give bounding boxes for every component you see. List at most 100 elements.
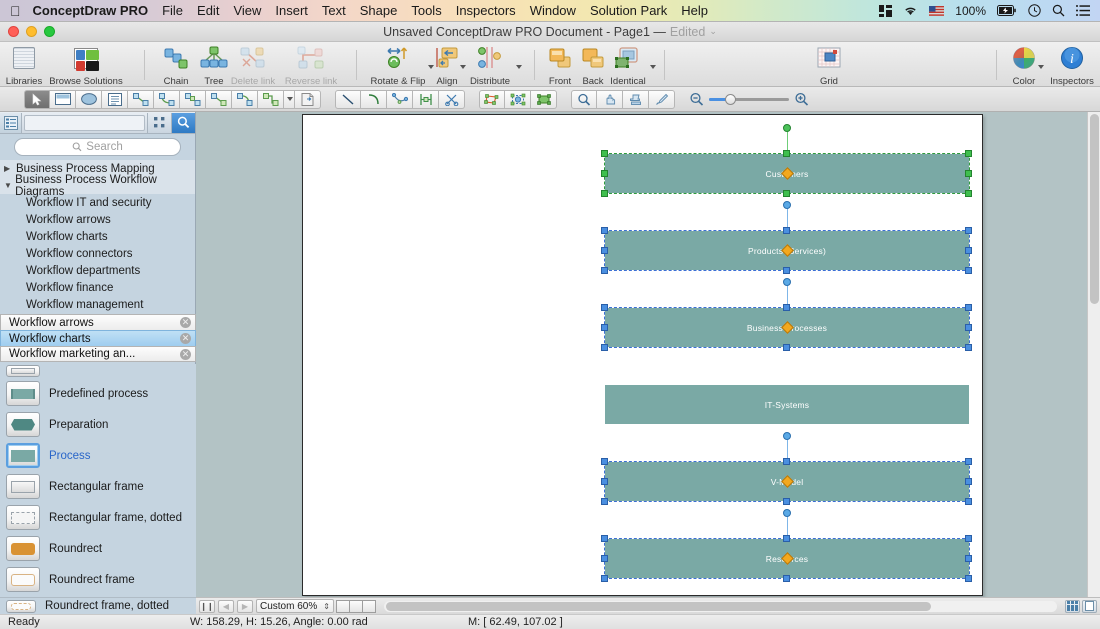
rotation-handle[interactable] — [783, 201, 791, 209]
resize-handle-ml[interactable] — [601, 555, 608, 562]
resize-handle-bc[interactable] — [783, 267, 790, 274]
menu-item-view[interactable]: View — [233, 3, 261, 18]
resize-handle-bc[interactable] — [783, 575, 790, 582]
resize-handle-bl[interactable] — [601, 498, 608, 505]
dimension-tool[interactable] — [413, 89, 439, 109]
resize-handle-bl[interactable] — [601, 344, 608, 351]
grid-button[interactable]: Grid — [812, 45, 846, 89]
resize-handle-tc[interactable] — [783, 458, 790, 465]
resize-handle-tc[interactable] — [783, 227, 790, 234]
rotation-handle[interactable] — [783, 278, 791, 286]
shape-it-systems[interactable]: IT-Systems — [605, 385, 969, 424]
resize-handle-mr[interactable] — [965, 555, 972, 562]
list-item-selected[interactable]: Process — [0, 440, 196, 471]
tree-item-workflow-management[interactable]: Workflow management — [0, 296, 195, 313]
list-item[interactable]: Predefined process — [0, 378, 196, 409]
identical-button[interactable]: Identical — [604, 45, 656, 89]
bezier-tool[interactable] — [387, 89, 413, 109]
align-button[interactable]: Align — [430, 45, 466, 89]
line-tool[interactable] — [335, 89, 361, 109]
flag-icon[interactable] — [929, 5, 945, 16]
resize-handle-tl[interactable] — [601, 458, 608, 465]
menu-item-inspectors[interactable]: Inspectors — [456, 3, 516, 18]
shape-resources[interactable]: Resources — [601, 509, 972, 582]
pointer-tool[interactable] — [24, 89, 50, 109]
menu-item-insert[interactable]: Insert — [275, 3, 308, 18]
front-button[interactable]: Front — [542, 45, 578, 89]
two-page-view-button[interactable] — [349, 599, 363, 613]
grid-menu-icon[interactable] — [879, 4, 893, 17]
resize-handle-tr[interactable] — [965, 150, 972, 157]
rotation-handle[interactable] — [783, 124, 791, 132]
zoom-slider-knob[interactable] — [725, 93, 736, 105]
menu-app-name[interactable]: ConceptDraw PRO — [33, 3, 149, 18]
resize-handle-tl[interactable] — [601, 304, 608, 311]
library-tab-workflow-charts[interactable]: Workflow charts ✕ — [0, 330, 196, 346]
eyedropper-tool[interactable] — [649, 89, 675, 109]
canvas-vertical-scrollbar-thumb[interactable] — [1090, 114, 1099, 304]
menu-item-file[interactable]: File — [162, 3, 183, 18]
library-filter-field[interactable] — [24, 114, 145, 131]
select-similar-tool[interactable] — [531, 89, 557, 109]
rotation-handle[interactable] — [783, 432, 791, 440]
tree-item-workflow-finance[interactable]: Workflow finance — [0, 279, 195, 296]
zoom-tool[interactable] — [571, 89, 597, 109]
menu-item-tools[interactable]: Tools — [411, 3, 441, 18]
resize-handle-tl[interactable] — [601, 150, 608, 157]
shape-products-services[interactable]: Products (Services) — [601, 201, 972, 274]
resize-handle-ml[interactable] — [601, 478, 608, 485]
close-window-button[interactable] — [8, 26, 19, 37]
identical-dropdown-icon[interactable] — [650, 65, 656, 69]
tree-item-workflow-arrows[interactable]: Workflow arrows — [0, 211, 195, 228]
resize-handle-bc[interactable] — [783, 498, 790, 505]
shape-swatch-roundrect-frame[interactable] — [6, 567, 40, 592]
shape-customers[interactable]: Customers — [601, 124, 972, 197]
resize-handle-br[interactable] — [965, 498, 972, 505]
resize-handle-tr[interactable] — [965, 304, 972, 311]
menu-item-edit[interactable]: Edit — [197, 3, 219, 18]
zoom-level-select[interactable]: Custom 60% ⇕ — [256, 599, 334, 613]
scissors-tool[interactable] — [439, 89, 465, 109]
shape-swatch-process[interactable] — [6, 443, 40, 468]
search-input[interactable]: Search — [14, 138, 181, 156]
menu-item-help[interactable]: Help — [681, 3, 708, 18]
menu-item-solution-park[interactable]: Solution Park — [590, 3, 667, 18]
resize-handle-br[interactable] — [965, 267, 972, 274]
resize-handle-mr[interactable] — [965, 170, 972, 177]
library-grid-view-button[interactable] — [147, 112, 171, 133]
document-page[interactable]: Customers Products (Services) — [302, 114, 983, 596]
resize-handle-ml[interactable] — [601, 170, 608, 177]
select-area-tool[interactable] — [505, 89, 531, 109]
shape-swatch-preparation[interactable] — [6, 412, 40, 437]
list-item[interactable]: Preparation — [0, 409, 196, 440]
apple-logo-icon[interactable]:  — [10, 4, 21, 18]
close-icon[interactable]: ✕ — [180, 348, 191, 360]
resize-handle-tl[interactable] — [601, 535, 608, 542]
page-navigator-icon[interactable] — [1065, 599, 1080, 613]
list-item[interactable]: Roundrect — [0, 533, 196, 564]
connector-dropdown[interactable] — [284, 89, 295, 109]
tree-item-workflow-charts[interactable]: Workflow charts — [0, 228, 195, 245]
list-item[interactable]: Rectangular frame — [0, 471, 196, 502]
wifi-icon[interactable] — [903, 5, 918, 16]
resize-handle-tr[interactable] — [965, 458, 972, 465]
text-tool[interactable] — [102, 89, 128, 109]
shape-swatch-rect-frame-dotted[interactable] — [6, 505, 40, 530]
ellipse-tool[interactable] — [76, 89, 102, 109]
resize-handle-bl[interactable] — [601, 575, 608, 582]
stepper-icon[interactable]: ⇕ — [323, 602, 330, 611]
library-list-icon[interactable] — [0, 112, 22, 133]
resize-handle-br[interactable] — [965, 344, 972, 351]
browse-solutions-button[interactable]: Browse Solutions — [44, 45, 128, 89]
rounded-connector-tool[interactable] — [258, 89, 284, 109]
color-button[interactable]: Color — [1006, 45, 1044, 89]
library-tab-workflow-marketing[interactable]: Workflow marketing an... ✕ — [0, 346, 196, 362]
smart-connector-tool[interactable] — [206, 89, 232, 109]
menu-item-window[interactable]: Window — [530, 3, 576, 18]
zoom-slider[interactable] — [709, 93, 789, 105]
list-item[interactable] — [0, 364, 196, 378]
arc-tool[interactable] — [361, 89, 387, 109]
resize-handle-bl[interactable] — [601, 267, 608, 274]
chain-button[interactable]: Chain — [156, 45, 196, 89]
resize-handle-tc[interactable] — [783, 304, 790, 311]
